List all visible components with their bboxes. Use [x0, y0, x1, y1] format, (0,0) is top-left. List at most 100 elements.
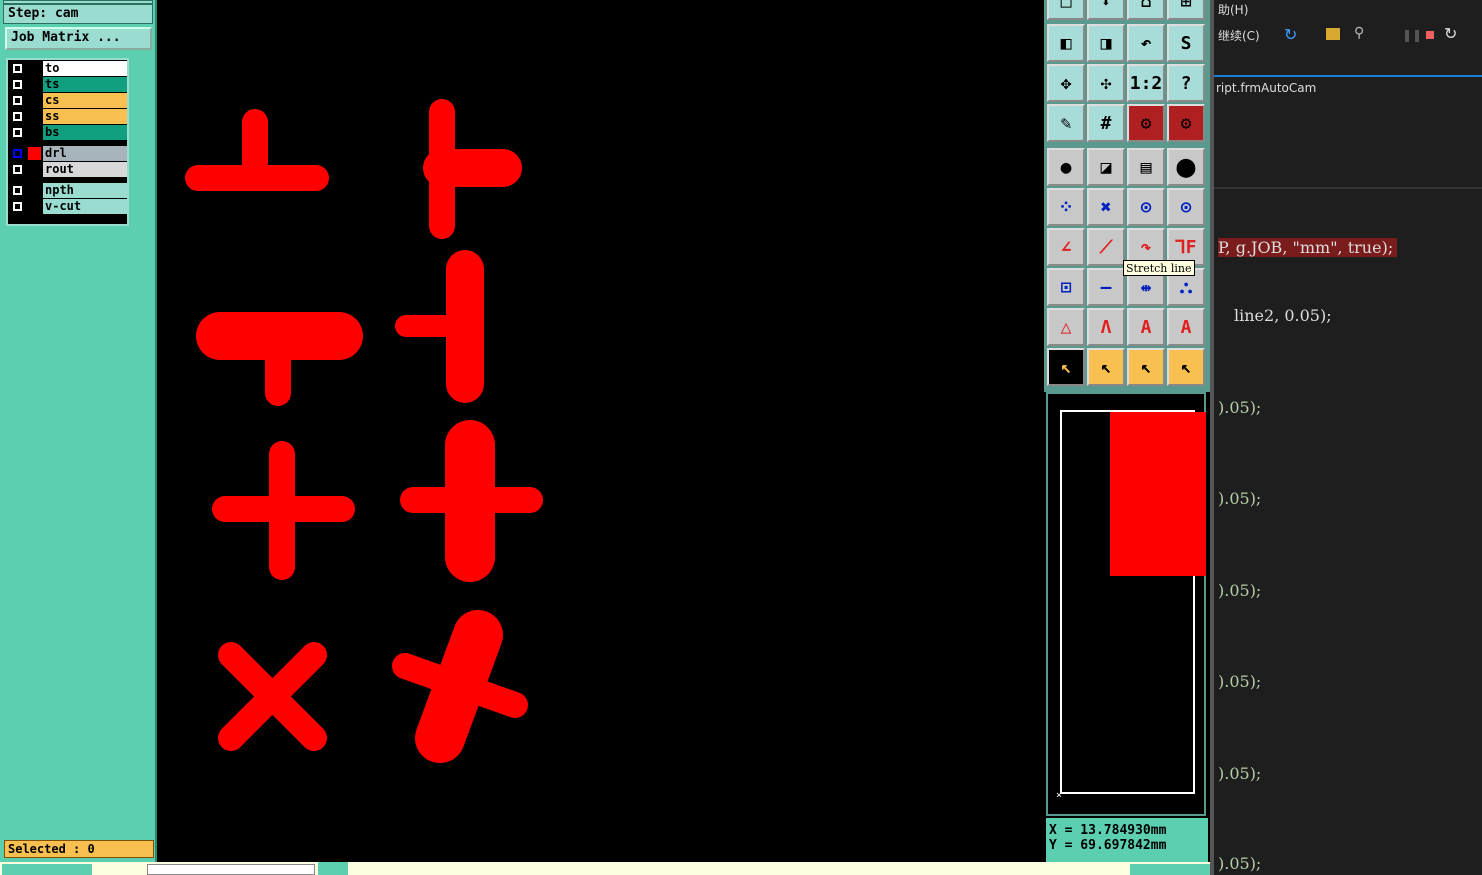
- measure-button[interactable]: ▤: [1127, 148, 1165, 186]
- tools-button[interactable]: ✎: [1047, 104, 1085, 142]
- select-poly-button[interactable]: ↖: [1127, 348, 1165, 386]
- status-button[interactable]: [318, 862, 348, 875]
- draw-line-button[interactable]: ⟋: [1087, 228, 1125, 266]
- refresh-icon[interactable]: ↻: [1284, 25, 1297, 44]
- code-line[interactable]: ).05);: [1218, 489, 1261, 508]
- folder-icon[interactable]: [1326, 28, 1340, 40]
- layer-row-v-cut[interactable]: v-cut: [10, 199, 127, 214]
- zoom-center-button[interactable]: ✣: [1087, 64, 1125, 102]
- layer-row-ss[interactable]: ss: [10, 109, 127, 124]
- home-button[interactable]: ⌂: [1127, 0, 1165, 20]
- angle-line-button[interactable]: ∠: [1047, 228, 1085, 266]
- stop-icon[interactable]: [1426, 31, 1434, 39]
- arc-a-button[interactable]: A: [1127, 308, 1165, 346]
- layer-row-ts[interactable]: ts: [10, 77, 127, 92]
- pause-icon[interactable]: ❚❚: [1402, 28, 1422, 42]
- layer-checkbox[interactable]: [10, 61, 24, 76]
- move-pad-icon: ⊙: [1180, 196, 1192, 218]
- select-icon: ↖: [1060, 356, 1072, 378]
- layer-row-rout[interactable]: rout: [10, 162, 127, 177]
- scale-button[interactable]: 1:2: [1127, 64, 1165, 102]
- pan-right-icon: ◨: [1100, 32, 1112, 54]
- layer-row-cs[interactable]: cs: [10, 93, 127, 108]
- pad-shape: [392, 653, 528, 718]
- zoom-extents-button[interactable]: ✥: [1047, 64, 1085, 102]
- layer-checkbox[interactable]: [10, 125, 24, 140]
- resize-icon: ⇹: [1140, 276, 1152, 298]
- code-line-breakpoint[interactable]: P, g.JOB, "mm", true);: [1218, 238, 1398, 257]
- pad-select-button[interactable]: ⬤: [1167, 148, 1205, 186]
- layer-name[interactable]: ts: [43, 77, 127, 92]
- menu-help[interactable]: 助(H): [1218, 1, 1248, 18]
- snake-button[interactable]: S: [1167, 24, 1205, 62]
- triangle-icon: △: [1060, 316, 1072, 338]
- move-point-button[interactable]: ⊙: [1127, 188, 1165, 226]
- layer-name[interactable]: to: [43, 61, 127, 76]
- code-line[interactable]: ).05);: [1218, 854, 1261, 873]
- layer-name[interactable]: bs: [43, 125, 127, 140]
- view-window[interactable]: [1110, 412, 1206, 576]
- editor-tab[interactable]: ript.frmAutoCam: [1216, 81, 1316, 95]
- pan-left-button[interactable]: ◧: [1047, 24, 1085, 62]
- restart-icon[interactable]: ↻: [1444, 24, 1457, 43]
- connect-button[interactable]: ⁘: [1047, 188, 1085, 226]
- navigation-bar: [1214, 99, 1482, 189]
- layer-name[interactable]: cs: [43, 93, 127, 108]
- download-button[interactable]: ⬇: [1087, 0, 1125, 20]
- layer-panel: Step: cam Job Matrix ... to ts cs ss bs drl ro…: [0, 0, 157, 862]
- layer-checkbox[interactable]: [10, 162, 24, 177]
- add-pad-button[interactable]: ●: [1047, 148, 1085, 186]
- search-icon[interactable]: ⚲: [1354, 25, 1364, 41]
- arrow-a-button[interactable]: Λ: [1087, 308, 1125, 346]
- layer-checkbox[interactable]: [10, 146, 24, 161]
- layer-checkbox[interactable]: [10, 183, 24, 198]
- grid-button[interactable]: #: [1087, 104, 1125, 142]
- snake-icon: S: [1180, 32, 1192, 54]
- command-input[interactable]: [147, 864, 315, 875]
- graphics-canvas[interactable]: [157, 0, 1045, 862]
- layer-row-npth[interactable]: npth: [10, 183, 127, 198]
- route-right-button[interactable]: ⚙: [1167, 104, 1205, 142]
- origin-marker: ×: [1056, 790, 1063, 801]
- select-box-button[interactable]: ↖: [1087, 348, 1125, 386]
- layer-row-bs[interactable]: bs: [10, 125, 127, 140]
- undo-button[interactable]: ↶: [1127, 24, 1165, 62]
- layer-name[interactable]: ss: [43, 109, 127, 124]
- route-left-button[interactable]: ⚙: [1127, 104, 1165, 142]
- delete-point-button[interactable]: ✖: [1087, 188, 1125, 226]
- line-button[interactable]: —: [1087, 268, 1125, 306]
- select-button[interactable]: ↖: [1047, 348, 1085, 386]
- continue-button[interactable]: 继续(C): [1218, 27, 1260, 44]
- layer-name[interactable]: drl: [43, 146, 127, 161]
- move-pad-button[interactable]: ⊙: [1167, 188, 1205, 226]
- status-buttons[interactable]: [2, 864, 92, 875]
- layer-row-to[interactable]: to: [10, 61, 127, 76]
- layer-checkbox[interactable]: [10, 199, 24, 214]
- layer-name[interactable]: npth: [43, 183, 127, 198]
- layer-name[interactable]: v-cut: [43, 199, 127, 214]
- code-line[interactable]: line2, 0.05);: [1234, 306, 1332, 325]
- layer-checkbox[interactable]: [10, 93, 24, 108]
- help-button[interactable]: ?: [1167, 64, 1205, 102]
- grid-xy-icon: ⊞: [1180, 0, 1192, 12]
- code-line[interactable]: ).05);: [1218, 764, 1261, 783]
- select-net-button[interactable]: ↖: [1167, 348, 1205, 386]
- pan-right-button[interactable]: ◨: [1087, 24, 1125, 62]
- layer-checkbox[interactable]: [10, 77, 24, 92]
- layer-row-drl[interactable]: drl: [10, 146, 127, 161]
- layer-checkbox[interactable]: [10, 109, 24, 124]
- grid-xy-button[interactable]: ⊞: [1167, 0, 1205, 20]
- code-line[interactable]: ).05);: [1218, 398, 1261, 417]
- step-label: Step: cam: [3, 4, 153, 24]
- layer-name[interactable]: rout: [43, 162, 127, 177]
- triangle-button[interactable]: △: [1047, 308, 1085, 346]
- move-pad-square-button[interactable]: ⊡: [1047, 268, 1085, 306]
- add-surface-button[interactable]: ◪: [1087, 148, 1125, 186]
- arc-b-button[interactable]: A: [1167, 308, 1205, 346]
- select-net-icon: ↖: [1180, 356, 1192, 378]
- overview-map[interactable]: ×: [1046, 392, 1206, 816]
- code-line[interactable]: ).05);: [1218, 672, 1261, 691]
- code-line[interactable]: ).05);: [1218, 581, 1261, 600]
- job-matrix-button[interactable]: Job Matrix ...: [5, 27, 152, 50]
- fit-button[interactable]: □: [1047, 0, 1085, 20]
